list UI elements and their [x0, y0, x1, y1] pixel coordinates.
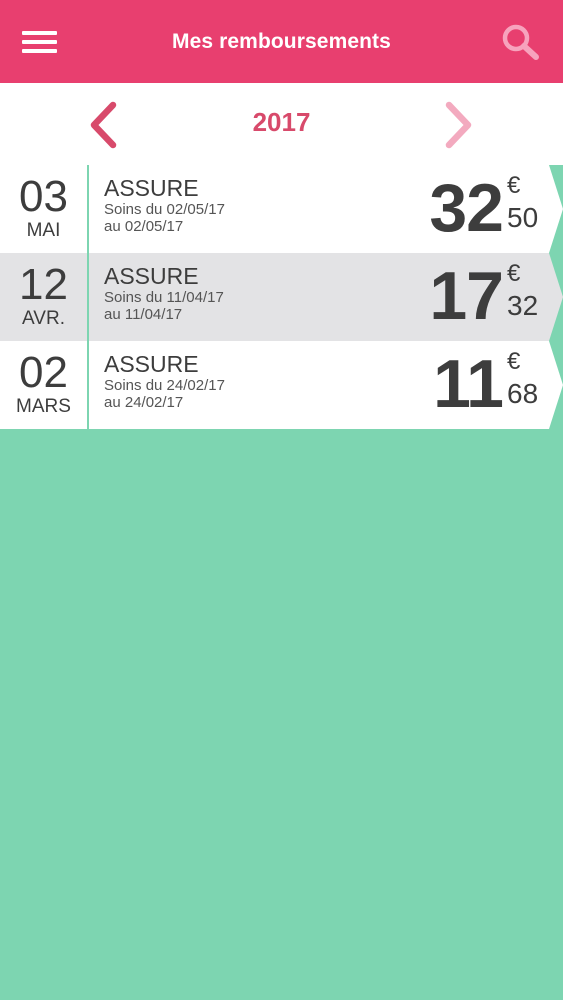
row-amount-currency: €: [507, 260, 521, 287]
reimbursement-row[interactable]: 12 AVR. ASSURE Soins du 11/04/17 au 11/0…: [0, 253, 563, 341]
row-amount-cents: 32: [507, 290, 539, 321]
search-button[interactable]: [499, 22, 545, 62]
reimbursement-row[interactable]: 03 MAI ASSURE Soins du 02/05/17 au 02/05…: [0, 165, 563, 253]
row-amount: 17 € 32: [0, 253, 563, 341]
hamburger-menu-icon: [22, 31, 57, 35]
row-amount: 32 € 50: [0, 165, 563, 253]
row-amount-currency: €: [507, 172, 521, 199]
row-amount: 11 € 68: [0, 341, 563, 429]
row-amount-euros: 17: [429, 258, 504, 334]
row-amount-cents: 68: [507, 378, 539, 409]
chevron-right-icon: [445, 101, 472, 149]
reimbursement-row[interactable]: 02 MARS ASSURE Soins du 24/02/17 au 24/0…: [0, 341, 563, 429]
next-year-button[interactable]: [438, 101, 478, 149]
year-navigation: 2017: [0, 83, 563, 165]
app-header: Mes remboursements: [0, 0, 563, 83]
row-amount-euros: 32: [429, 170, 504, 246]
row-amount-cents: 50: [507, 202, 539, 233]
reimbursement-list: 03 MAI ASSURE Soins du 02/05/17 au 02/05…: [0, 165, 563, 429]
row-amount-currency: €: [507, 348, 521, 375]
row-amount-euros: 11: [433, 346, 504, 422]
selected-year: 2017: [252, 107, 311, 137]
page-title: Mes remboursements: [172, 29, 391, 53]
search-icon: [502, 24, 539, 60]
menu-button[interactable]: [22, 29, 57, 56]
